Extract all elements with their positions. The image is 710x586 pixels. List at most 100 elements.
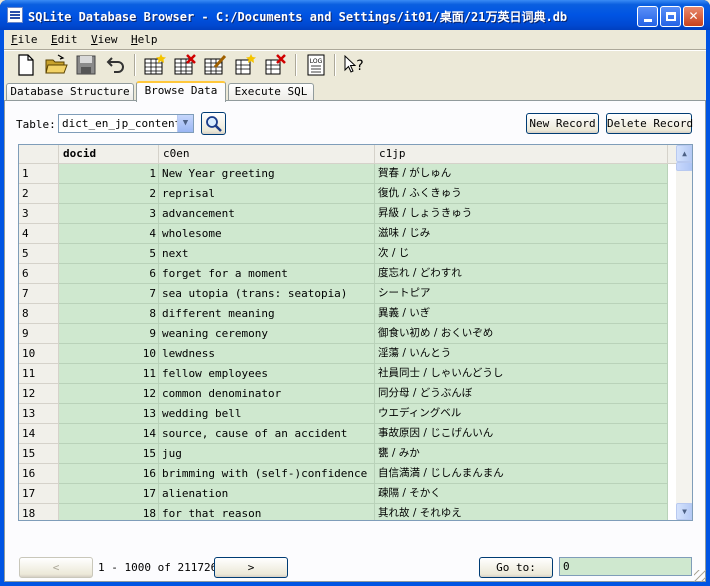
menu-file[interactable]: File xyxy=(11,33,38,46)
column-header-c1jp[interactable]: c1jp xyxy=(375,145,668,164)
title-bar[interactable]: SQLite Database Browser - C:/Documents a… xyxy=(0,0,710,30)
minimize-button[interactable] xyxy=(637,6,658,27)
log-icon[interactable]: LOG xyxy=(304,53,328,77)
create-index-icon[interactable] xyxy=(233,53,257,77)
cell-docid[interactable]: 16 xyxy=(59,464,159,484)
table-row[interactable]: 12 12 common denominator 同分母 / どうぶんぼ xyxy=(19,384,676,404)
table-row[interactable]: 4 4 wholesome 滋味 / じみ xyxy=(19,224,676,244)
table-row[interactable]: 14 14 source, cause of an accident 事故原因 / じ… xyxy=(19,424,676,444)
cell-docid[interactable]: 9 xyxy=(59,324,159,344)
cell-docid[interactable]: 12 xyxy=(59,384,159,404)
cell-c1jp[interactable]: 社員同士 / しゃいんどうし xyxy=(375,364,668,384)
table-row[interactable]: 8 8 different meaning 異義 / いぎ xyxy=(19,304,676,324)
cell-c0en[interactable]: jug xyxy=(159,444,375,464)
cell-c1jp[interactable]: 異義 / いぎ xyxy=(375,304,668,324)
table-row[interactable]: 9 9 weaning ceremony 御食い初め / おくいぞめ xyxy=(19,324,676,344)
row-number[interactable]: 16 xyxy=(19,464,59,484)
search-button[interactable] xyxy=(201,112,226,135)
cell-c1jp[interactable]: 度忘れ / どわすれ xyxy=(375,264,668,284)
cell-docid[interactable]: 15 xyxy=(59,444,159,464)
new-record-button[interactable]: New Record xyxy=(526,113,599,134)
row-number[interactable]: 10 xyxy=(19,344,59,364)
delete-index-icon[interactable] xyxy=(263,53,287,77)
new-file-icon[interactable] xyxy=(14,53,38,77)
table-row[interactable]: 7 7 sea utopia (trans: seatopia) シートピア xyxy=(19,284,676,304)
row-number[interactable]: 6 xyxy=(19,264,59,284)
menu-view[interactable]: View xyxy=(91,33,118,46)
cell-c0en[interactable]: common denominator xyxy=(159,384,375,404)
vertical-scrollbar[interactable]: ▲ ▼ xyxy=(676,145,692,520)
table-row[interactable]: 11 11 fellow employees 社員同士 / しゃいんどうし xyxy=(19,364,676,384)
delete-record-button[interactable]: Delete Record xyxy=(606,113,693,134)
menu-help[interactable]: Help xyxy=(131,33,158,46)
tab-browse-data[interactable]: Browse Data xyxy=(136,81,226,102)
go-to-button[interactable]: Go to: xyxy=(479,557,553,578)
cell-docid[interactable]: 13 xyxy=(59,404,159,424)
cell-c0en[interactable]: brimming with (self-)confidence xyxy=(159,464,375,484)
save-icon[interactable] xyxy=(74,53,98,77)
cell-docid[interactable]: 14 xyxy=(59,424,159,444)
cell-c1jp[interactable]: 其れ故 / それゆえ xyxy=(375,504,668,520)
table-row[interactable]: 6 6 forget for a moment 度忘れ / どわすれ xyxy=(19,264,676,284)
cell-c1jp[interactable]: 次 / じ xyxy=(375,244,668,264)
go-to-input[interactable]: 0 xyxy=(559,557,692,576)
cell-c0en[interactable]: alienation xyxy=(159,484,375,504)
menu-edit[interactable]: Edit xyxy=(51,33,78,46)
cell-c1jp[interactable]: ウエディングベル xyxy=(375,404,668,424)
previous-page-button[interactable]: < xyxy=(19,557,93,578)
cell-c0en[interactable]: reprisal xyxy=(159,184,375,204)
scroll-thumb[interactable] xyxy=(676,162,692,171)
cell-docid[interactable]: 6 xyxy=(59,264,159,284)
row-number[interactable]: 17 xyxy=(19,484,59,504)
create-table-icon[interactable] xyxy=(143,53,167,77)
tab-database-structure[interactable]: Database Structure xyxy=(6,83,134,101)
chevron-down-icon[interactable]: ▼ xyxy=(177,115,193,132)
cell-docid[interactable]: 5 xyxy=(59,244,159,264)
cell-docid[interactable]: 4 xyxy=(59,224,159,244)
table-row[interactable]: 17 17 alienation 疎隔 / そかく xyxy=(19,484,676,504)
row-number[interactable]: 12 xyxy=(19,384,59,404)
tab-execute-sql[interactable]: Execute SQL xyxy=(228,83,314,101)
resize-grip[interactable] xyxy=(694,570,706,582)
table-row[interactable]: 18 18 for that reason 其れ故 / それゆえ xyxy=(19,504,676,520)
cell-c0en[interactable]: fellow employees xyxy=(159,364,375,384)
cell-docid[interactable]: 8 xyxy=(59,304,159,324)
cell-docid[interactable]: 2 xyxy=(59,184,159,204)
row-number[interactable]: 11 xyxy=(19,364,59,384)
cell-c0en[interactable]: advancement xyxy=(159,204,375,224)
cell-c1jp[interactable]: 復仇 / ふくきゅう xyxy=(375,184,668,204)
table-row[interactable]: 10 10 lewdness 淫蕩 / いんとう xyxy=(19,344,676,364)
table-row[interactable]: 15 15 jug 甕 / みか xyxy=(19,444,676,464)
cell-docid[interactable]: 10 xyxy=(59,344,159,364)
row-number[interactable]: 15 xyxy=(19,444,59,464)
cell-c0en[interactable]: wedding bell xyxy=(159,404,375,424)
maximize-button[interactable] xyxy=(660,6,681,27)
open-folder-icon[interactable] xyxy=(44,53,68,77)
cell-c1jp[interactable]: 自信満満 / じしんまんまん xyxy=(375,464,668,484)
cell-c0en[interactable]: New Year greeting xyxy=(159,164,375,184)
table-row[interactable]: 16 16 brimming with (self-)confidence 自信満満 … xyxy=(19,464,676,484)
cell-c1jp[interactable]: 事故原因 / じこげんいん xyxy=(375,424,668,444)
cell-c1jp[interactable]: 淫蕩 / いんとう xyxy=(375,344,668,364)
table-row[interactable]: 5 5 next 次 / じ xyxy=(19,244,676,264)
row-number[interactable]: 8 xyxy=(19,304,59,324)
row-number[interactable]: 5 xyxy=(19,244,59,264)
table-row[interactable]: 13 13 wedding bell ウエディングベル xyxy=(19,404,676,424)
next-page-button[interactable]: > xyxy=(214,557,288,578)
close-button[interactable]: ✕ xyxy=(683,6,704,27)
row-number[interactable]: 18 xyxy=(19,504,59,520)
table-row[interactable]: 2 2 reprisal 復仇 / ふくきゅう xyxy=(19,184,676,204)
row-number[interactable]: 14 xyxy=(19,424,59,444)
row-number[interactable]: 2 xyxy=(19,184,59,204)
cell-c0en[interactable]: lewdness xyxy=(159,344,375,364)
cell-c1jp[interactable]: 賀春 / がしゅん xyxy=(375,164,668,184)
table-row[interactable]: 1 1 New Year greeting 賀春 / がしゅん xyxy=(19,164,676,184)
cell-c0en[interactable]: weaning ceremony xyxy=(159,324,375,344)
cell-c1jp[interactable]: 疎隔 / そかく xyxy=(375,484,668,504)
cell-c1jp[interactable]: シートピア xyxy=(375,284,668,304)
whats-this-icon[interactable]: ? xyxy=(342,53,366,77)
cell-c0en[interactable]: next xyxy=(159,244,375,264)
row-number[interactable]: 9 xyxy=(19,324,59,344)
cell-c1jp[interactable]: 昇級 / しょうきゅう xyxy=(375,204,668,224)
table-select[interactable]: dict_en_jp_content ▼ xyxy=(58,114,194,133)
